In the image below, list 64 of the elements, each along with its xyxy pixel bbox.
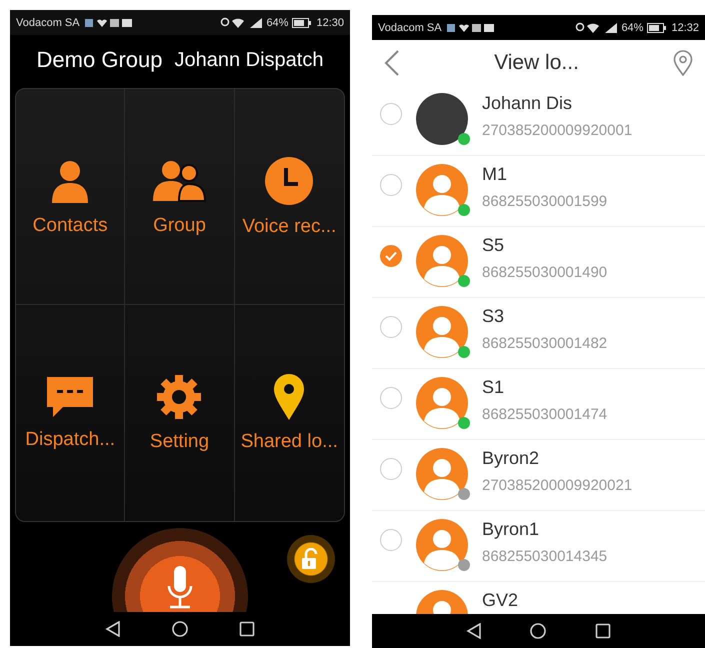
user-name: Johann Dispatch: [174, 48, 324, 72]
contact-number: 270385200009920021: [482, 477, 632, 494]
contact-number: 868255030014345: [482, 548, 608, 565]
notification-icons: [446, 22, 496, 34]
photo-placeholder: [416, 93, 468, 145]
battery-percentage: 64%: [621, 22, 644, 34]
select-radio[interactable]: [380, 103, 402, 125]
contact-name: Johann Dis: [482, 93, 574, 114]
select-radio[interactable]: [380, 529, 402, 551]
contact-name: M1: [482, 164, 508, 185]
avatar-icon: [416, 306, 468, 358]
contact-name: GV2: [482, 590, 518, 611]
clock-time: 12:32: [671, 22, 699, 34]
menu-tile[interactable]: Voice rec...: [234, 89, 344, 305]
avatar-icon: [416, 235, 468, 287]
select-radio[interactable]: [380, 174, 402, 196]
select-radio[interactable]: [380, 387, 402, 409]
menu-tile[interactable]: Group: [125, 89, 235, 305]
lock-button[interactable]: [287, 535, 335, 583]
location-pin-icon: [272, 373, 306, 421]
menu-tile[interactable]: Dispatch...: [16, 305, 126, 521]
battery-icon: [647, 22, 668, 32]
contact-number: 868255030001482: [482, 335, 608, 352]
menu-tile[interactable]: Contacts: [16, 89, 126, 305]
menu-tile[interactable]: Setting: [125, 305, 235, 521]
menu-tile[interactable]: Shared lo...: [234, 305, 344, 521]
check-icon: [385, 251, 397, 261]
contact-number: 270385200009920001: [482, 122, 632, 139]
settings-icon: [155, 373, 204, 421]
recents-nav-icon[interactable]: [238, 621, 255, 637]
avatar-icon: [416, 519, 468, 571]
contact-number: 868255030001474: [482, 406, 608, 423]
clock-time: 12:30: [316, 16, 344, 28]
select-radio[interactable]: [380, 316, 402, 338]
carrier-name: Vodacom SA: [378, 22, 442, 34]
message-icon: [45, 375, 96, 419]
notification-icons: [84, 16, 134, 28]
select-radio[interactable]: [380, 245, 402, 267]
contact-name: Byron1: [482, 519, 540, 540]
recents-nav-icon[interactable]: [594, 623, 611, 639]
back-nav-icon[interactable]: [466, 623, 482, 639]
home-nav-icon[interactable]: [172, 621, 188, 637]
contact-name: S1: [482, 377, 506, 398]
battery-icon: [292, 18, 312, 28]
group-name: Demo Group: [36, 47, 162, 73]
back-nav-icon[interactable]: [105, 621, 122, 637]
contact-number: 868255030001599: [482, 193, 608, 210]
location-wifi-icons: [220, 16, 262, 28]
contact-name: S3: [482, 306, 506, 327]
contact-name: S5: [482, 235, 506, 256]
screen-title: View lo...: [494, 50, 579, 74]
avatar-icon: [416, 448, 468, 500]
home-nav-icon[interactable]: [530, 623, 546, 639]
location-wifi-icons: [575, 22, 618, 34]
clock-icon: [264, 156, 314, 206]
select-radio[interactable]: [380, 458, 402, 480]
back-icon[interactable]: [384, 50, 400, 76]
avatar-icon: [416, 377, 468, 429]
carrier-name: Vodacom SA: [16, 16, 80, 28]
contact-number: 868255030001490: [482, 264, 608, 281]
avatar-icon: [416, 164, 468, 216]
contact-name: Byron2: [482, 448, 540, 469]
location-pin-icon[interactable]: [672, 50, 693, 76]
battery-percentage: 64%: [266, 16, 288, 28]
